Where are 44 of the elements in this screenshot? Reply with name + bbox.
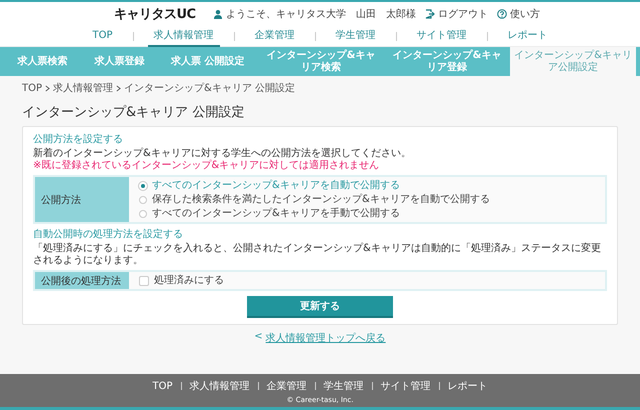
chevron-icon: [116, 84, 122, 92]
user-icon: [213, 9, 223, 19]
nav-tab[interactable]: 学生管理: [330, 25, 382, 47]
radio-option[interactable]: すべてのインターンシップ&キャリアを自動で公開する: [139, 179, 490, 192]
logo[interactable]: キャリタスUC: [114, 5, 196, 23]
nav-tab[interactable]: 企業管理: [248, 25, 300, 47]
description-text: 「処理済みにする」にチェックを入れると、公開されたインターンシップ&キャリアは自動的に「処理済み」ステータスに変更されるようになります。: [33, 243, 602, 267]
update-button[interactable]: 更新する: [247, 296, 393, 318]
greeting-text: ようこそ、キャリタス大学 山田 太郎様: [226, 8, 416, 21]
section-heading: 自動公開時の処理方法を設定する: [33, 228, 184, 241]
radio-option[interactable]: 保存した検索条件を満たしたインターンシップ&キャリアを自動で公開する: [139, 193, 490, 206]
nav-tab[interactable]: レポート: [502, 25, 554, 47]
subnav-tab[interactable]: 求人票 公開設定: [158, 47, 258, 76]
page-title: インターンシップ&キャリア 公開設定: [22, 104, 246, 121]
current-page-text: インターンシップ&キャリア 公開設定: [124, 82, 295, 95]
section-heading: 公開方法を設定する: [33, 132, 124, 146]
breadcrumb-link[interactable]: TOP: [22, 82, 42, 94]
logout-link[interactable]: ログアウト: [438, 7, 488, 21]
nav-tab[interactable]: TOP: [86, 26, 118, 46]
footer-link[interactable]: サイト管理: [380, 379, 430, 393]
logout-icon[interactable]: [425, 9, 435, 19]
radio-option[interactable]: すべてのインターンシップ&キャリアを手動で公開する: [139, 207, 490, 220]
footer-link[interactable]: 企業管理: [266, 379, 306, 393]
subnav-tab[interactable]: インターンシップ&キャリア公開設定: [510, 47, 636, 76]
footer-link[interactable]: 学生管理: [324, 379, 364, 393]
field-label: 公開方法: [35, 177, 129, 222]
chevron-icon: [45, 84, 50, 92]
footer-link[interactable]: TOP: [152, 380, 172, 392]
footer-link[interactable]: 求人情報管理: [190, 379, 250, 393]
warning-text: ※既に登録されているインターンシップ&キャリアに対しては適用されません: [33, 160, 380, 172]
subnav-tab[interactable]: インターンシップ&キャリア検索: [258, 47, 384, 76]
help-link[interactable]: 使い方: [510, 7, 540, 21]
field-label: 公開後の処理方法: [35, 272, 129, 289]
footer-link[interactable]: レポート: [448, 379, 488, 393]
nav-tab[interactable]: サイト管理: [410, 25, 472, 47]
help-icon[interactable]: [497, 9, 507, 19]
checkbox-option[interactable]: 処理済みにする: [139, 274, 224, 287]
description-text: 新着のインターンシップ&キャリアに対する学生への公開方法を選択してください。: [33, 148, 412, 160]
subnav-tab[interactable]: インターンシップ&キャリア登録: [384, 47, 510, 76]
back-arrow: <: [254, 331, 263, 344]
breadcrumb-link[interactable]: 求人情報管理: [53, 81, 114, 95]
subnav-tab[interactable]: 求人票検索: [4, 47, 81, 76]
subnav-tab[interactable]: 求人票登録: [80, 47, 158, 76]
back-link[interactable]: 求人情報管理トップへ戻る: [266, 331, 386, 345]
